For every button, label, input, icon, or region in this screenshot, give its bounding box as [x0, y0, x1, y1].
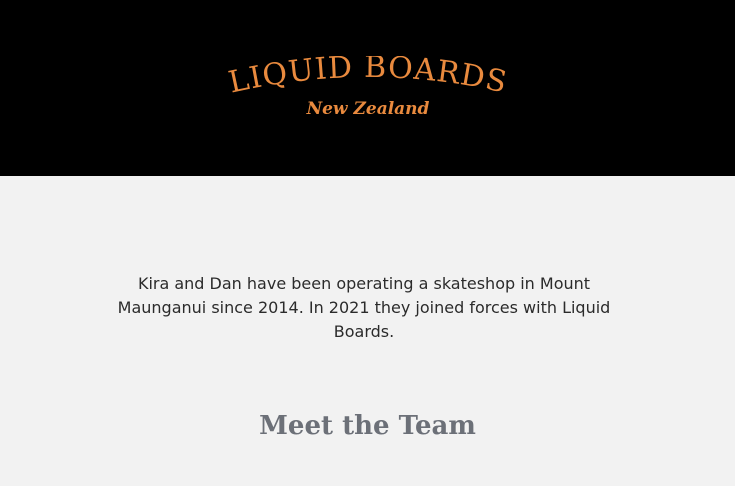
- intro-paragraph: Kira and Dan have been operating a skate…: [117, 274, 611, 341]
- brand-logo[interactable]: LIQUID BOARDS New Zealand: [0, 56, 735, 126]
- brand-logo-graphic: LIQUID BOARDS New Zealand: [225, 56, 510, 119]
- brand-region: New Zealand: [305, 99, 429, 119]
- site-header: LIQUID BOARDS New Zealand: [0, 0, 735, 176]
- main-content: Kira and Dan have been operating a skate…: [0, 176, 735, 486]
- svg-text:LIQUID BOARDS: LIQUID BOARDS: [225, 56, 510, 101]
- team-heading: Meet the Team: [259, 411, 476, 441]
- brand-name: LIQUID BOARDS: [225, 56, 509, 101]
